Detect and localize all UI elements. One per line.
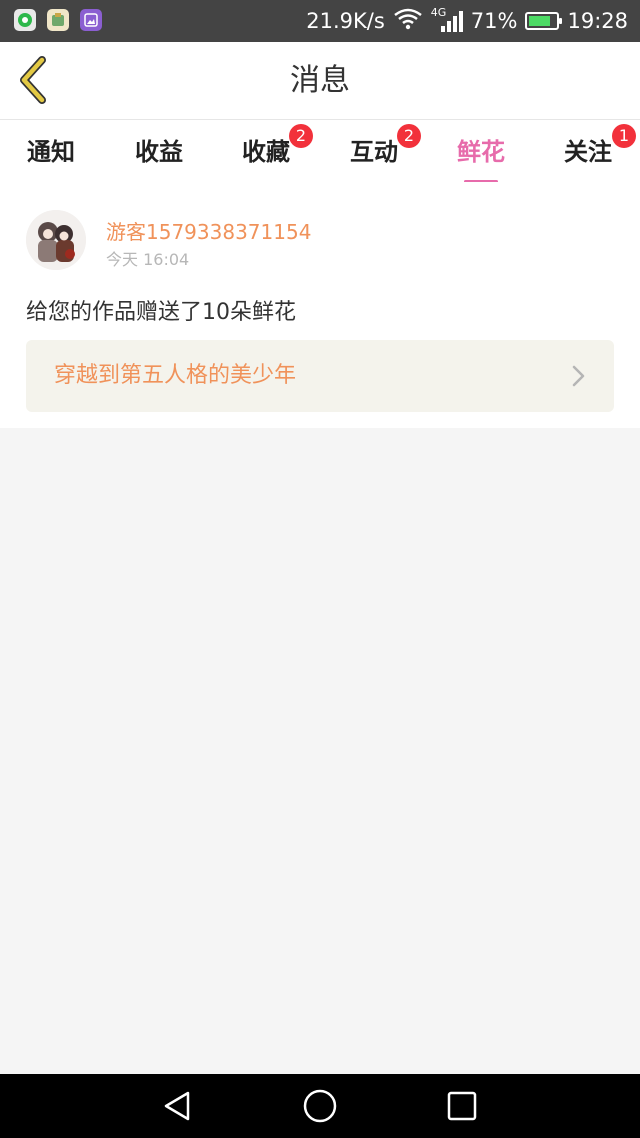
work-title: 穿越到第五人格的美少年: [54, 363, 297, 388]
tab-label: 通知: [27, 138, 75, 166]
signal-icon: 4G: [431, 6, 463, 36]
tab-label: 鲜花: [457, 138, 505, 166]
message-time: 今天 16:04: [106, 250, 190, 269]
tab-label: 互动: [350, 138, 398, 166]
unread-badge: 2: [289, 124, 313, 148]
nav-home-button[interactable]: [302, 1088, 338, 1124]
tab-label: 收益: [135, 138, 183, 166]
sender-username[interactable]: 游客1579338371154: [106, 216, 311, 245]
tab-flowers[interactable]: 鲜花: [446, 132, 516, 183]
message-text: 给您的作品赠送了10朵鲜花: [26, 300, 296, 325]
square-recents-icon: [444, 1091, 480, 1128]
clock: 19:28: [567, 9, 628, 33]
wifi-icon: [393, 8, 423, 35]
tab-label: 关注: [564, 138, 612, 166]
gallery-icon: [80, 9, 102, 31]
chevron-right-icon: [568, 364, 588, 388]
header: 消息: [0, 42, 640, 120]
avatar[interactable]: [26, 210, 86, 270]
tab-bar: 通知 收益 收藏 2 互动 2 鲜花 关注 1: [0, 120, 640, 183]
tab-earnings[interactable]: 收益: [124, 132, 194, 167]
triangle-back-icon: [160, 1091, 196, 1128]
page-title: 消息: [290, 63, 350, 98]
nav-recents-button[interactable]: [444, 1088, 480, 1124]
nav-back-button[interactable]: [160, 1088, 196, 1124]
work-link-card[interactable]: 穿越到第五人格的美少年: [26, 340, 614, 412]
message-item: 游客1579338371154 今天 16:04 给您的作品赠送了10朵鲜花 穿…: [0, 182, 640, 428]
app-icon-2: [47, 9, 69, 31]
status-bar: 21.9K/s 4G 71% 19:28: [0, 0, 640, 42]
battery-icon: [525, 12, 563, 30]
unread-badge: 2: [397, 124, 421, 148]
system-nav-bar: [0, 1074, 640, 1138]
tab-label: 收藏: [242, 138, 290, 166]
unread-badge: 1: [612, 124, 636, 148]
tab-favorites[interactable]: 收藏 2: [231, 124, 313, 167]
network-speed: 21.9K/s: [306, 9, 385, 33]
tab-notifications[interactable]: 通知: [16, 132, 86, 167]
tab-following[interactable]: 关注 1: [553, 124, 636, 167]
app-icon-1: [14, 9, 36, 31]
circle-home-icon: [302, 1089, 338, 1128]
tab-interactions[interactable]: 互动 2: [339, 124, 421, 167]
battery-percent: 71%: [470, 9, 518, 33]
